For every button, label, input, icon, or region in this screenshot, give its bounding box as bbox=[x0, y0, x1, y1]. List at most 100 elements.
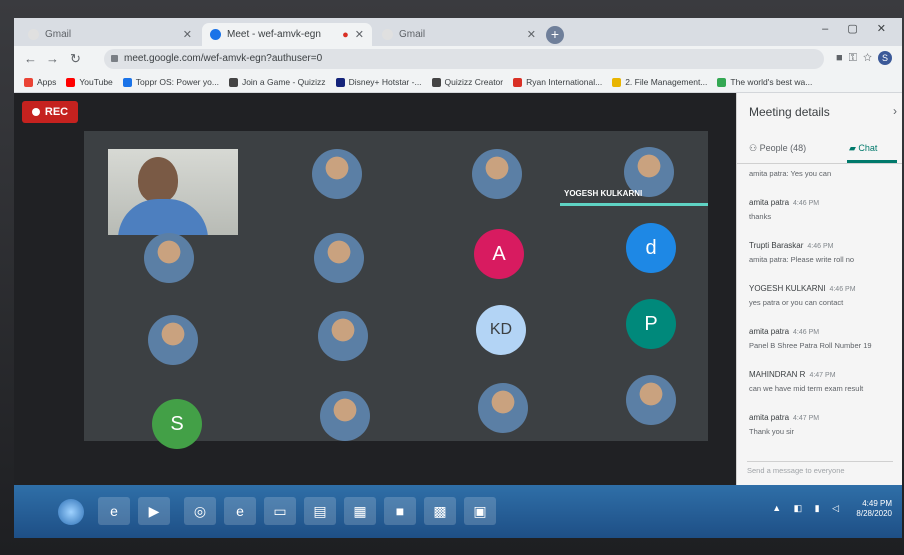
close-icon[interactable]: ✕ bbox=[527, 28, 536, 41]
store-icon[interactable]: ▦ bbox=[344, 497, 376, 525]
tab-label: Chat bbox=[858, 143, 878, 153]
slides-icon[interactable]: ▣ bbox=[464, 497, 496, 525]
participant-avatar[interactable] bbox=[148, 315, 198, 365]
bookmark-quizizz-creator[interactable]: Quizizz Creator bbox=[431, 77, 503, 87]
media-icon[interactable]: ▶ bbox=[138, 497, 170, 525]
folder-icon[interactable]: ▭ bbox=[264, 497, 296, 525]
participant-avatar[interactable] bbox=[320, 391, 370, 441]
tab-title: Meet - wef-amvk-egn bbox=[227, 29, 321, 40]
profile-avatar[interactable]: S bbox=[878, 51, 892, 65]
start-button[interactable] bbox=[58, 499, 84, 525]
participant-avatar-letter[interactable]: KD bbox=[476, 305, 526, 355]
hotstar-icon bbox=[335, 77, 345, 87]
bookmark-icon bbox=[717, 77, 727, 87]
quizizz-icon bbox=[228, 77, 238, 87]
gmail-icon bbox=[28, 29, 39, 40]
chat-messages: amita patra: Yes you can amita patra 4:46… bbox=[749, 169, 895, 450]
new-tab-button[interactable]: + bbox=[546, 26, 564, 44]
meet-icon bbox=[210, 29, 221, 40]
back-icon[interactable]: ← bbox=[24, 51, 37, 66]
edge-icon[interactable]: e bbox=[224, 497, 256, 525]
chat-message: amita patra 4:46 PM thanks bbox=[749, 192, 895, 221]
participant-avatar[interactable] bbox=[144, 233, 194, 283]
tab-label: People (48) bbox=[759, 143, 807, 153]
close-icon[interactable]: ✕ bbox=[183, 28, 192, 41]
bookmark-toppr[interactable]: Toppr OS: Power yo... bbox=[122, 77, 219, 87]
chrome-icon[interactable]: ◎ bbox=[184, 497, 216, 525]
chat-message: MAHINDRAN R 4:47 PM can we have mid term … bbox=[749, 364, 895, 393]
participant-video[interactable] bbox=[108, 149, 238, 235]
message-time: 4:46 PM bbox=[793, 329, 820, 336]
meet-stage: REC YOGESH KULKARNI A d KD P S bbox=[14, 93, 736, 485]
participant-avatar-letter[interactable]: S bbox=[152, 399, 202, 449]
url-input[interactable]: meet.google.com/wef-amvk-egn?authuser=0 bbox=[104, 49, 824, 69]
bookmark-apps[interactable]: Apps bbox=[24, 77, 56, 87]
message-text: Panel B Shree Patra Roll Number 19 bbox=[749, 341, 872, 350]
participant-avatar[interactable] bbox=[314, 233, 364, 283]
panel-title: Meeting details bbox=[749, 105, 830, 119]
bookmark-quizizz[interactable]: Join a Game - Quizizz bbox=[228, 77, 326, 87]
message-text: Thank you sir bbox=[749, 427, 795, 436]
bookmark-youtube[interactable]: YouTube bbox=[66, 77, 113, 87]
participant-avatar-letter[interactable]: P bbox=[626, 299, 676, 349]
toolbar-icons: ■⚿☆ S bbox=[836, 51, 892, 65]
address-bar: ← → ↻ meet.google.com/wef-amvk-egn?authu… bbox=[14, 46, 902, 72]
explorer-icon[interactable]: ▤ bbox=[304, 497, 336, 525]
bookmark-ryan[interactable]: Ryan International... bbox=[513, 77, 602, 87]
participant-avatar[interactable] bbox=[626, 375, 676, 425]
forward-icon[interactable]: → bbox=[46, 51, 59, 66]
window-controls[interactable]: – ▢ ✕ bbox=[822, 22, 894, 35]
message-text: yes patra or you can contact bbox=[749, 298, 844, 307]
clock-time: 4:49 PM bbox=[862, 499, 892, 508]
message-time: 4:47 PM bbox=[809, 372, 836, 379]
tab-gmail-1[interactable]: Gmail ✕ bbox=[20, 23, 200, 46]
excel-icon[interactable]: ▩ bbox=[424, 497, 456, 525]
participant-avatar[interactable] bbox=[472, 149, 522, 199]
tab-gmail-2[interactable]: Gmail ✕ bbox=[374, 23, 544, 46]
url-text: meet.google.com/wef-amvk-egn?authuser=0 bbox=[124, 53, 323, 64]
record-dot-icon bbox=[31, 108, 40, 116]
clock-date: 8/28/2020 bbox=[856, 509, 892, 518]
participant-avatar[interactable] bbox=[478, 383, 528, 433]
chat-input[interactable]: Send a message to everyone bbox=[747, 461, 893, 475]
people-icon: ⚇ bbox=[749, 143, 760, 153]
tab-meet[interactable]: Meet - wef-amvk-egn ● ✕ bbox=[202, 23, 372, 46]
bookmark-hotstar[interactable]: Disney+ Hotstar -... bbox=[335, 77, 422, 87]
close-icon[interactable]: ● ✕ bbox=[342, 28, 364, 41]
clock[interactable]: 4:49 PM 8/28/2020 bbox=[856, 499, 892, 519]
speaking-indicator bbox=[560, 203, 708, 206]
bookmark-file-management[interactable]: 2. File Management... bbox=[612, 77, 707, 87]
tab-title: Gmail bbox=[45, 29, 72, 40]
reload-icon[interactable]: ↻ bbox=[70, 51, 81, 67]
participant-avatar-letter[interactable]: d bbox=[626, 223, 676, 273]
star-icon[interactable]: ☆ bbox=[863, 52, 878, 64]
key-icon[interactable]: ⚿ bbox=[849, 52, 863, 64]
participant-avatar-letter[interactable]: A bbox=[474, 229, 524, 279]
ie-icon[interactable]: e bbox=[98, 497, 130, 525]
bookmarks-bar: Apps YouTube Toppr OS: Power yo... Join … bbox=[14, 72, 902, 93]
message-sender: amita patra bbox=[749, 198, 790, 207]
message-sender: amita patra bbox=[749, 327, 790, 336]
bookmark-worlds-best[interactable]: The world's best wa... bbox=[717, 77, 812, 87]
message-sender: YOGESH KULKARNI bbox=[749, 284, 826, 293]
gmail-icon bbox=[382, 29, 393, 40]
participant-avatar[interactable] bbox=[318, 311, 368, 361]
bookmark-label: Ryan International... bbox=[526, 77, 603, 87]
chat-message: Trupti Baraskar 4:46 PM amita patra: Plea… bbox=[749, 235, 895, 264]
tab-chat[interactable]: ▰ Chat bbox=[849, 143, 877, 154]
chat-message: amita patra: Yes you can bbox=[749, 169, 895, 178]
taskbar: e ▶ ◎ e ▭ ▤ ▦ ■ ▩ ▣ ▲ ◧ ▮ ◁ 4:49 PM 8/28… bbox=[14, 485, 902, 538]
camera-icon[interactable]: ■ bbox=[836, 52, 849, 64]
tab-title: Gmail bbox=[399, 29, 426, 40]
rec-label: REC bbox=[44, 106, 69, 118]
lock-icon bbox=[111, 55, 118, 62]
close-icon[interactable]: › bbox=[893, 104, 897, 118]
participant-avatar[interactable] bbox=[312, 149, 362, 199]
active-tab-indicator bbox=[847, 160, 897, 163]
message-sender: Trupti Baraskar bbox=[749, 241, 804, 250]
video-icon[interactable]: ■ bbox=[384, 497, 416, 525]
bookmark-label: Disney+ Hotstar -... bbox=[348, 77, 422, 87]
system-tray[interactable]: ▲ ◧ ▮ ◁ bbox=[772, 503, 844, 514]
tab-people[interactable]: ⚇ People (48) bbox=[749, 143, 806, 154]
message-text: thanks bbox=[749, 212, 772, 221]
